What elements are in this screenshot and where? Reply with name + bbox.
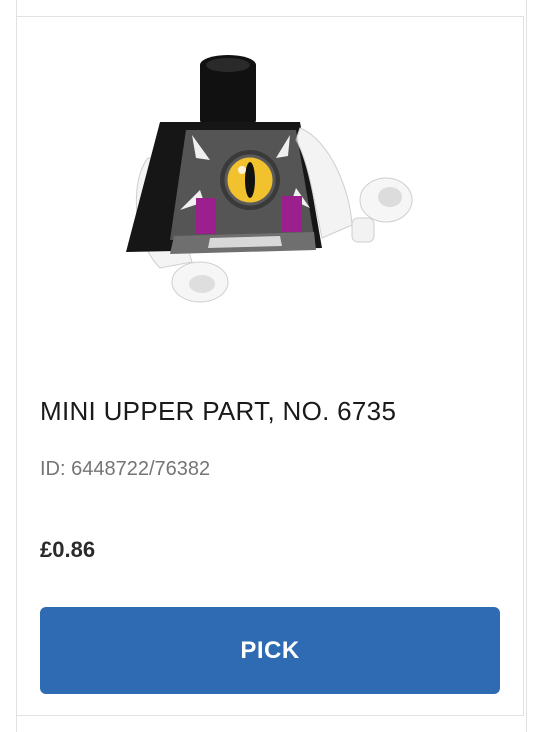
product-image[interactable] xyxy=(100,40,440,330)
pick-button[interactable]: PICK xyxy=(40,607,500,694)
minifig-torso-image xyxy=(126,55,413,303)
product-id: ID: 6448722/76382 xyxy=(40,458,211,480)
product-price: £0.86 xyxy=(40,537,96,562)
product-title: MINI UPPER PART, NO. 6735 xyxy=(40,396,397,426)
product-page: MINI UPPER PART, NO. 6735 ID: 6448722/76… xyxy=(0,0,540,732)
grid-divider-right xyxy=(526,0,527,732)
